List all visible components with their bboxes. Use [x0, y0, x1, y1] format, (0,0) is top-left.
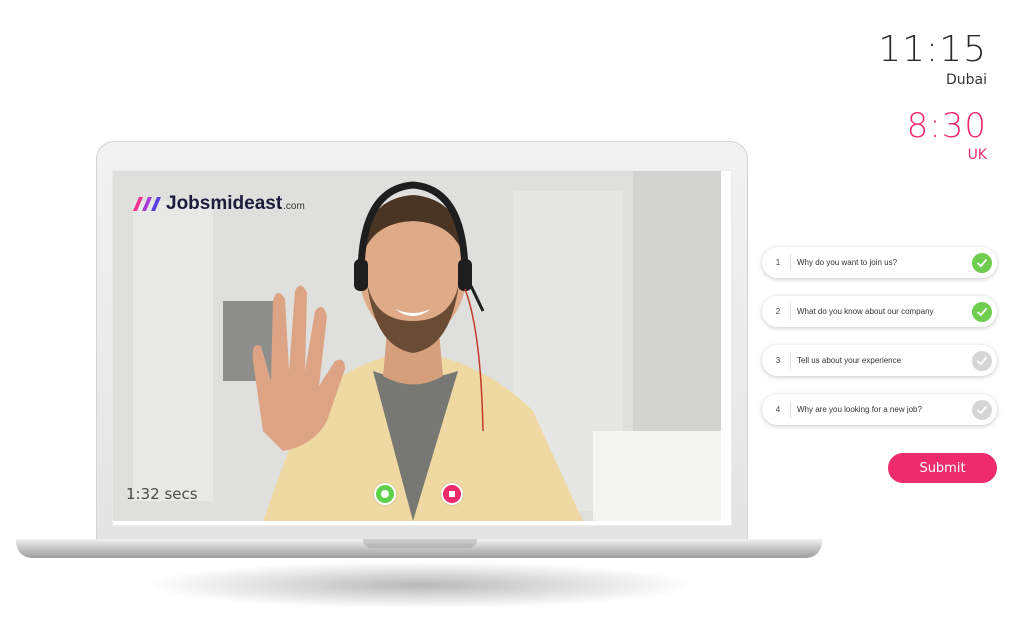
- brand-domain: .com: [283, 201, 305, 212]
- divider: [790, 352, 791, 369]
- brand-name: Jobsmideast: [166, 193, 283, 214]
- question-number: 4: [775, 405, 781, 414]
- dubai-clock: 11:15 Dubai: [878, 29, 987, 89]
- question-text: Why do you want to join us?: [797, 258, 898, 267]
- stop-button[interactable]: [441, 483, 463, 505]
- check-icon: [972, 252, 992, 273]
- logo-slashes-icon: [133, 197, 161, 211]
- question-text: Why are you looking for a new job?: [797, 405, 922, 414]
- video-feed: Jobsmideast .com: [113, 171, 721, 521]
- divider: [790, 303, 791, 320]
- question-item-1[interactable]: 1 Why do you want to join us?: [762, 247, 997, 278]
- question-item-4[interactable]: 4 Why are you looking for a new job?: [762, 394, 997, 425]
- question-text: Tell us about your experience: [797, 356, 902, 365]
- question-text: What do you know about our company: [797, 307, 934, 316]
- candidate-video-image: [113, 171, 721, 521]
- uk-city-label: UK: [967, 147, 987, 163]
- check-icon: [972, 350, 992, 371]
- record-button[interactable]: [374, 483, 396, 505]
- recording-timer: 1:32 secs: [126, 485, 198, 503]
- question-item-2[interactable]: 2 What do you know about our company: [762, 296, 997, 327]
- divider: [790, 401, 791, 418]
- dubai-time: 11:15: [878, 29, 987, 70]
- interview-stage: 11:15 Dubai 8:30 UK Jobsmideast .com 1:3…: [0, 0, 1031, 640]
- laptop-shadow: [150, 562, 690, 608]
- uk-time: 8:30: [906, 106, 987, 146]
- dubai-city-label: Dubai: [945, 72, 987, 88]
- check-icon: [972, 301, 992, 322]
- questions-list: 1 Why do you want to join us? 2 What do …: [762, 247, 997, 443]
- divider: [790, 254, 791, 271]
- question-number: 3: [775, 356, 781, 365]
- brand-logo: Jobsmideast .com: [133, 194, 305, 213]
- question-item-3[interactable]: 3 Tell us about your experience: [762, 345, 997, 376]
- laptop-notch: [363, 539, 477, 548]
- question-number: 2: [775, 307, 781, 316]
- check-icon: [972, 399, 992, 420]
- submit-button[interactable]: Submit: [888, 453, 997, 483]
- uk-clock: 8:30 UK: [907, 109, 987, 163]
- question-number: 1: [775, 258, 781, 267]
